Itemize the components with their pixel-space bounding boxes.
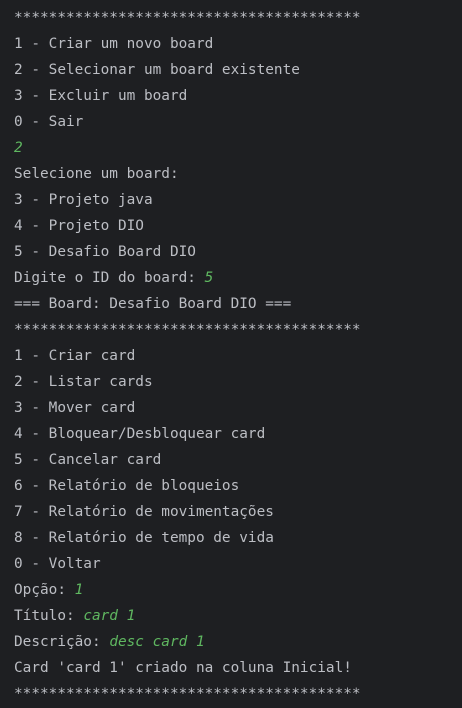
- description-line: Descrição: desc card 1: [14, 629, 460, 655]
- board-id-prompt: Digite o ID do board:: [14, 270, 205, 286]
- title-line: Título: card 1: [14, 603, 460, 629]
- option-line: Opção: 1: [14, 577, 460, 603]
- description-input: desc card 1: [109, 634, 205, 650]
- main-menu-item-exit: 0 - Sair: [14, 114, 84, 130]
- board-menu-item: 2 - Listar cards: [14, 374, 153, 390]
- title-input: card 1: [83, 608, 136, 624]
- main-menu-item-create: 1 - Criar um novo board: [14, 36, 214, 52]
- option-prompt: Opção:: [14, 582, 75, 598]
- board-list-item: 5 - Desafio Board DIO: [14, 244, 196, 260]
- description-prompt: Descrição:: [14, 634, 110, 650]
- board-id-input: 5: [204, 270, 214, 286]
- option-input: 1: [74, 582, 84, 598]
- result-message: Card 'card 1' criado na coluna Inicial!: [14, 660, 352, 676]
- board-header: === Board: Desafio Board DIO ===: [14, 296, 292, 312]
- main-menu-item-delete: 3 - Excluir um board: [14, 88, 188, 104]
- separator-line: ****************************************: [14, 10, 361, 26]
- board-menu-item: 5 - Cancelar card: [14, 452, 162, 468]
- board-menu-item: 1 - Criar card: [14, 348, 136, 364]
- select-board-prompt: Selecione um board:: [14, 166, 179, 182]
- board-list-item: 4 - Projeto DIO: [14, 218, 144, 234]
- board-id-line: Digite o ID do board: 5: [14, 265, 460, 291]
- board-menu-item: 6 - Relatório de bloqueios: [14, 478, 240, 494]
- separator-line: ****************************************: [14, 686, 361, 702]
- board-menu-item: 4 - Bloquear/Desbloquear card: [14, 426, 266, 442]
- board-menu-item: 8 - Relatório de tempo de vida: [14, 530, 274, 546]
- title-prompt: Título:: [14, 608, 84, 624]
- board-list-item: 3 - Projeto java: [14, 192, 153, 208]
- console-output[interactable]: ****************************************…: [14, 5, 460, 707]
- main-menu-item-select: 2 - Selecionar um board existente: [14, 62, 300, 78]
- board-menu-item: 0 - Voltar: [14, 556, 101, 572]
- board-menu-item: 7 - Relatório de movimentações: [14, 504, 274, 520]
- separator-line: ****************************************: [14, 322, 361, 338]
- board-menu-item: 3 - Mover card: [14, 400, 136, 416]
- main-choice-input: 2: [14, 140, 23, 156]
